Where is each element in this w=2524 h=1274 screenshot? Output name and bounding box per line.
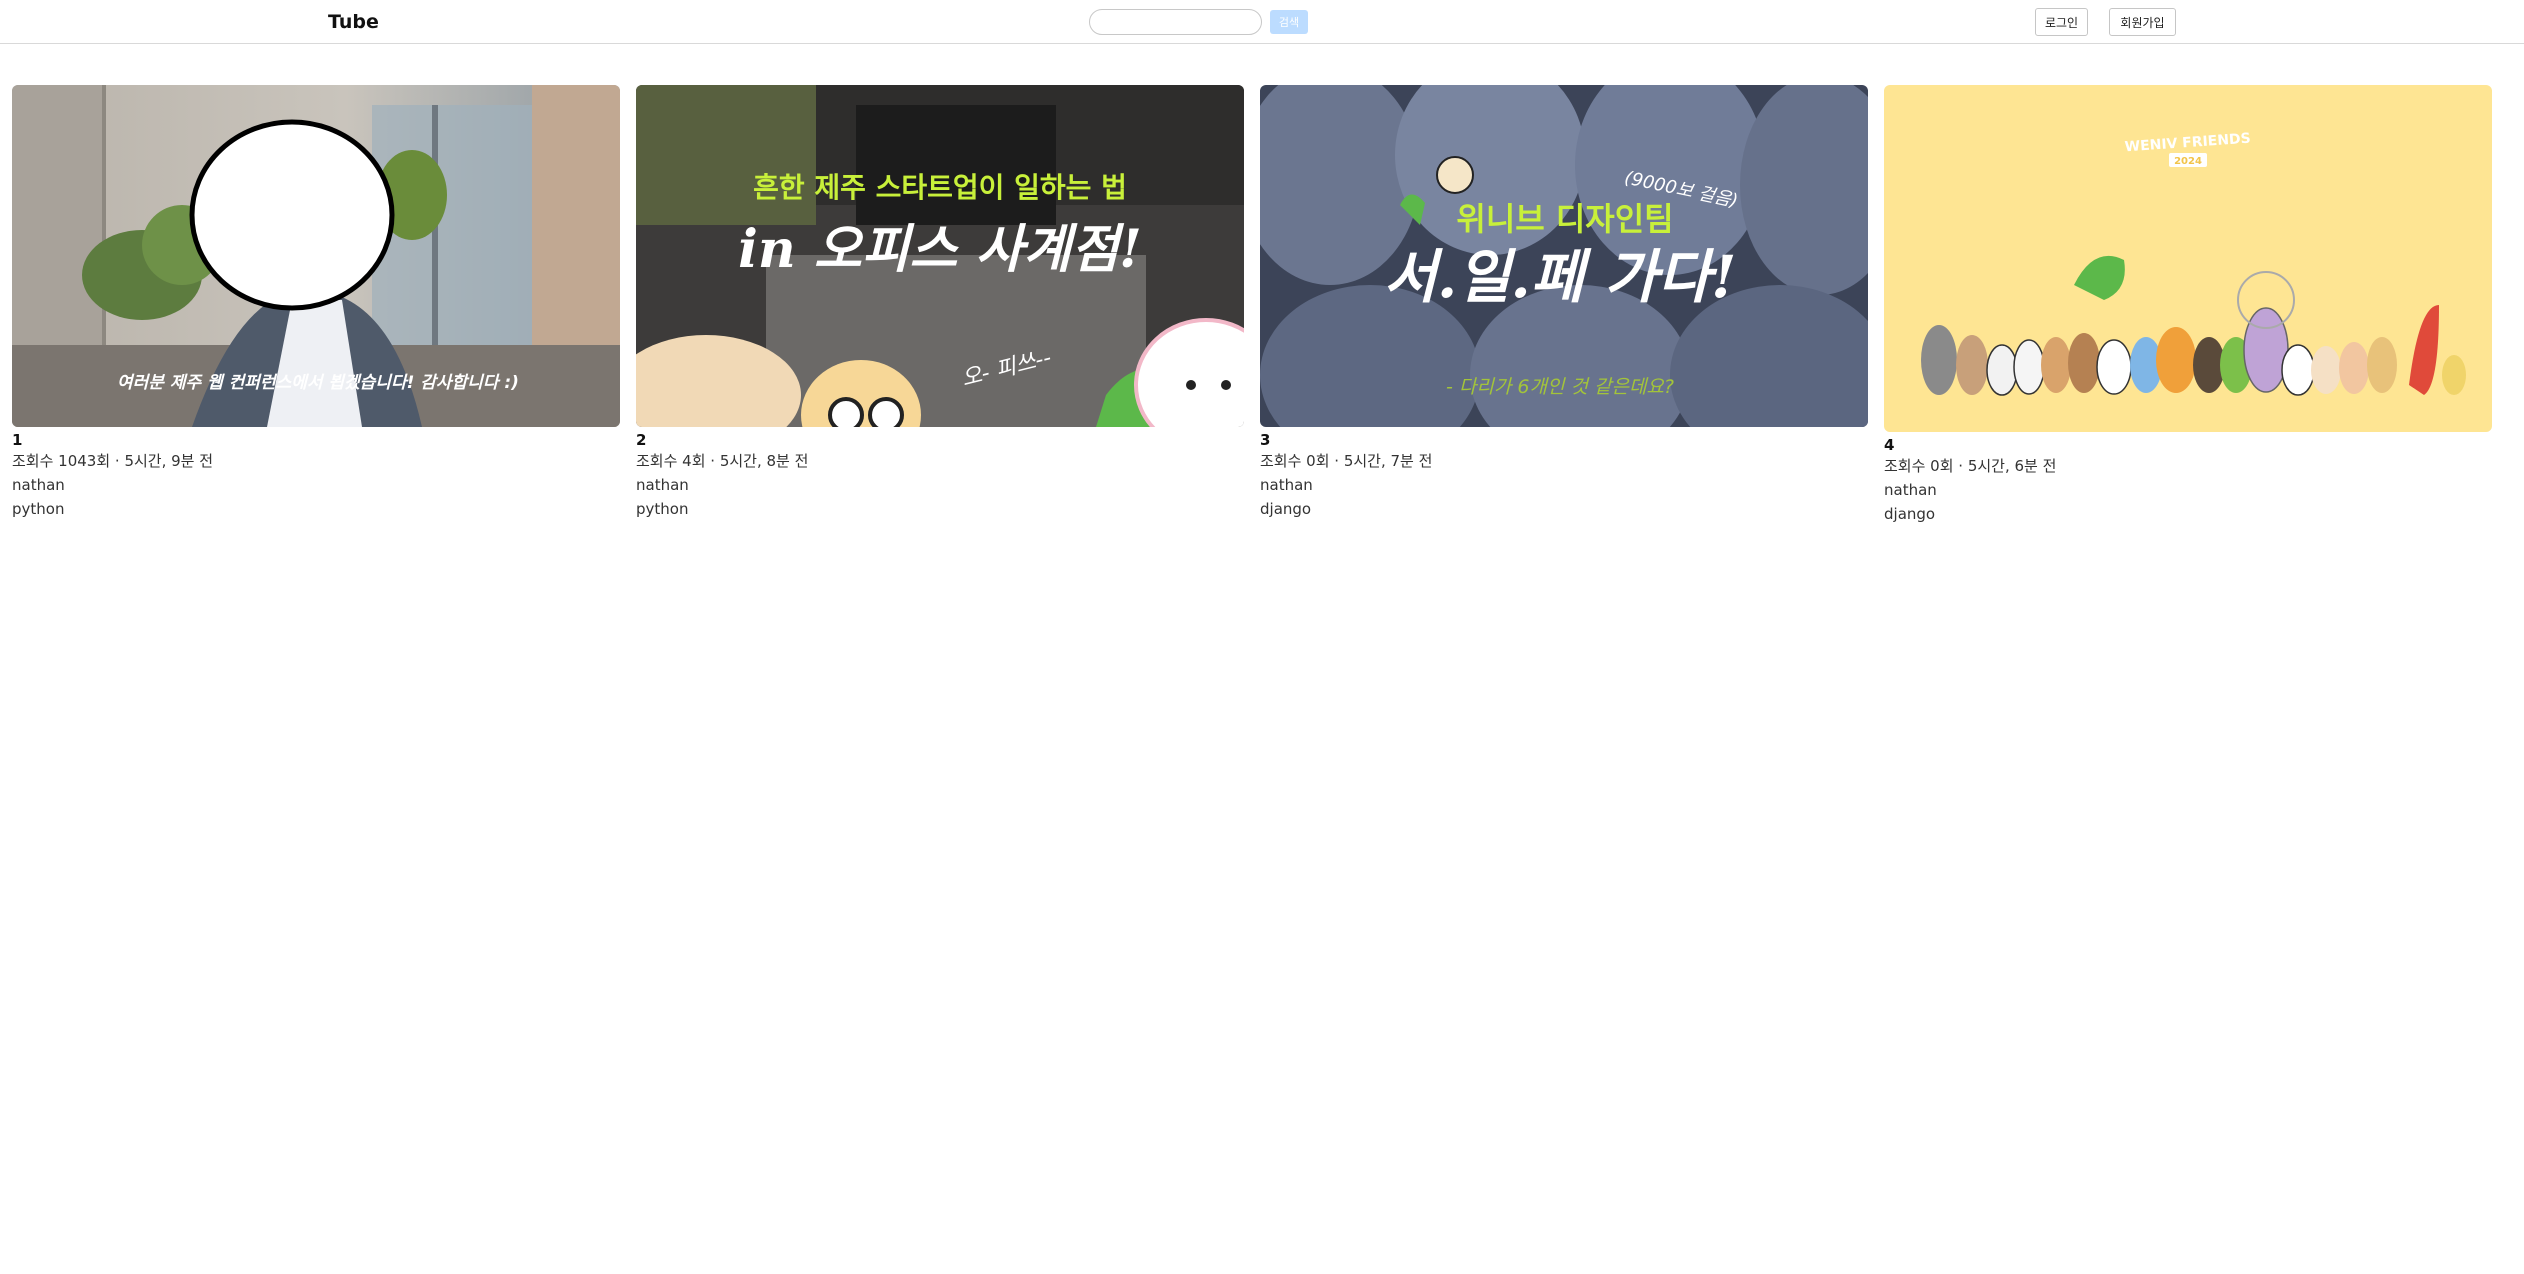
video-id: 3: [1260, 431, 1271, 449]
video-tag[interactable]: django: [1260, 497, 1868, 521]
site-logo[interactable]: Tube: [328, 11, 379, 33]
video-card[interactable]: 위니브 디자인팀 서.일.페 가다! (9000보 걸음) - 다리가 6개인 …: [1260, 85, 1868, 521]
thumbnail-jeju-startup: 흔한 제주 스타트업이 일하는 법 in 오피스 사계점! 오- 피쓰--: [636, 85, 1244, 427]
search-input[interactable]: [1089, 9, 1262, 35]
thumbnail-year: 2024: [2174, 156, 2202, 167]
video-author[interactable]: nathan: [1260, 473, 1868, 497]
video-card[interactable]: 여러분 제주 웹 컨퍼런스에서 뵙겠습니다! 감사합니다 :) 1 조회수 10…: [12, 85, 620, 521]
top-header: Tube 검색 로그인 회원가입: [0, 0, 2524, 44]
video-views-time: 조회수 1043회 · 5시간, 9분 전: [12, 452, 214, 470]
video-views-time: 조회수 0회 · 5시간, 7분 전: [1260, 452, 1433, 470]
video-thumbnail[interactable]: 위니브 디자인팀 서.일.페 가다! (9000보 걸음) - 다리가 6개인 …: [1260, 85, 1868, 427]
signup-button[interactable]: 회원가입: [2109, 8, 2176, 36]
thumbnail-headline: 흔한 제주 스타트업이 일하는 법: [753, 171, 1127, 204]
login-button[interactable]: 로그인: [2035, 8, 2088, 36]
video-views-time: 조회수 4회 · 5시간, 8분 전: [636, 452, 809, 470]
thumbnail-plush-toys: 위니브 디자인팀 서.일.페 가다! (9000보 걸음) - 다리가 6개인 …: [1260, 85, 1868, 427]
thumbnail-caption: 여러분 제주 웹 컨퍼런스에서 뵙겠습니다! 감사합니다 :): [117, 373, 519, 393]
thumbnail-office-person: 여러분 제주 웹 컨퍼런스에서 뵙겠습니다! 감사합니다 :): [12, 85, 620, 427]
video-tag[interactable]: python: [636, 497, 1244, 521]
video-thumbnail[interactable]: 흔한 제주 스타트업이 일하는 법 in 오피스 사계점! 오- 피쓰--: [636, 85, 1244, 427]
video-tag[interactable]: python: [12, 497, 620, 521]
thumbnail-caption: - 다리가 6개인 것 같은데요?: [1446, 376, 1674, 398]
video-author[interactable]: nathan: [636, 473, 1244, 497]
thumbnail-weniv-friends: WENIV FRIENDS 2024: [1884, 85, 2492, 432]
video-id: 2: [636, 431, 647, 449]
thumbnail-title: 서.일.페 가다!: [1384, 243, 1737, 311]
video-views-time: 조회수 0회 · 5시간, 6분 전: [1884, 457, 2057, 475]
video-tag[interactable]: django: [1884, 502, 2492, 526]
thumbnail-title: in 오피스 사계점!: [738, 219, 1142, 280]
video-thumbnail[interactable]: 여러분 제주 웹 컨퍼런스에서 뵙겠습니다! 감사합니다 :): [12, 85, 620, 427]
video-card[interactable]: WENIV FRIENDS 2024 4 조회수 0회 · 5시간, 6분 전 …: [1884, 85, 2492, 526]
thumbnail-headline: 위니브 디자인팀: [1456, 200, 1673, 238]
video-id: 4: [1884, 436, 1895, 454]
video-thumbnail[interactable]: WENIV FRIENDS 2024: [1884, 85, 2492, 432]
video-card[interactable]: 흔한 제주 스타트업이 일하는 법 in 오피스 사계점! 오- 피쓰-- 2 …: [636, 85, 1244, 521]
video-author[interactable]: nathan: [12, 473, 620, 497]
video-author[interactable]: nathan: [1884, 478, 2492, 502]
search-button[interactable]: 검색: [1270, 10, 1308, 34]
video-id: 1: [12, 431, 23, 449]
